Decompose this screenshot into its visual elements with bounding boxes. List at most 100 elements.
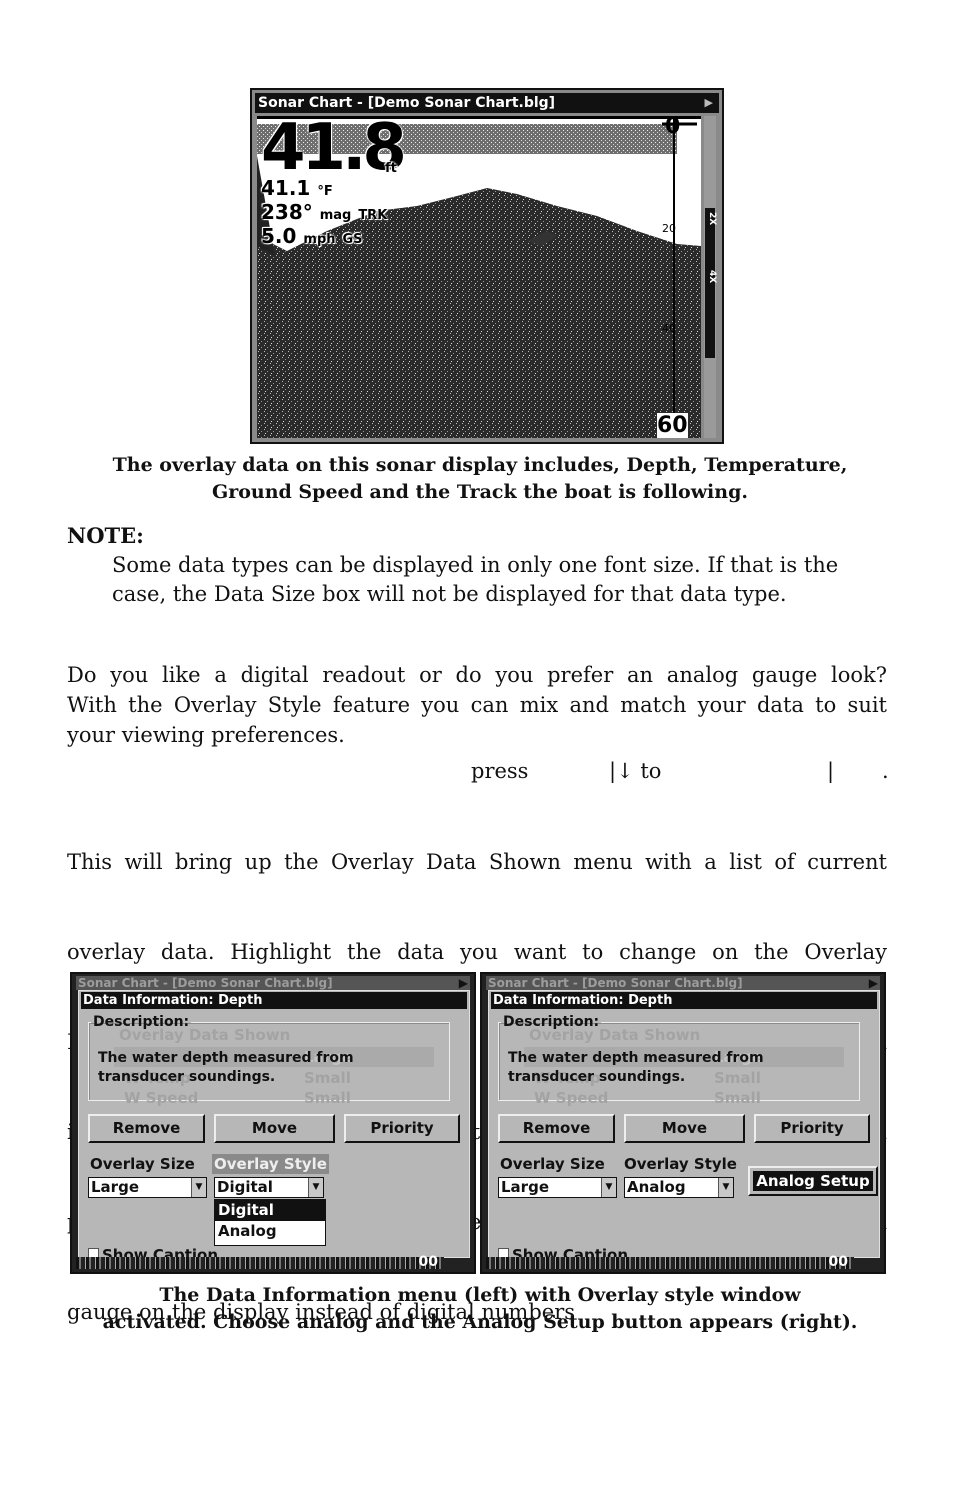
zoom-indicator: 2X 4X	[705, 208, 717, 358]
analog-setup-label: Analog Setup	[753, 1171, 873, 1191]
description-line: transducer soundings.	[98, 1069, 276, 1085]
description-line: transducer soundings.	[508, 1069, 686, 1085]
instruction-down-to: |↓ to	[609, 759, 662, 783]
overlay-size-label: Overlay Size	[500, 1155, 605, 1173]
chevron-down-icon[interactable]: ▼	[308, 1178, 323, 1197]
sonar-chart-screenshot: Sonar Chart - [Demo Sonar Chart.blg] ▶ 4…	[250, 88, 724, 444]
chevron-down-icon[interactable]: ▼	[601, 1178, 616, 1197]
note-line: case, the Data Size box will not be disp…	[112, 582, 787, 606]
ghost-text: Overlay Data Shown	[119, 1026, 291, 1044]
chevron-down-icon[interactable]: ▼	[718, 1178, 733, 1197]
sonar-title-bar: Sonar Chart - [Demo Sonar Chart.blg] ▶	[255, 93, 719, 113]
overlay-style-label: Overlay Style	[624, 1155, 737, 1173]
ghost-text: Small	[304, 1089, 351, 1107]
dialog-panel: Data Information: Depth Overlay Data Sho…	[488, 990, 880, 1264]
dialog-title: Data Information: Depth	[491, 992, 877, 1009]
figure-caption-top: The overlay data on this sonar display i…	[60, 452, 900, 506]
overlay-style-value: Digital	[217, 1178, 273, 1196]
zoom-4x-label: 4X	[707, 270, 717, 284]
sonar-noise-strip	[486, 1257, 854, 1269]
menu-arrow-icon: ▶	[458, 976, 468, 990]
zoom-2x-label: 2X	[707, 212, 717, 226]
dialog-panel: Data Information: Depth Overlay Data Sho…	[78, 990, 470, 1264]
dialog-title: Data Information: Depth	[81, 992, 467, 1009]
background-depth-fragment: 00	[828, 1254, 848, 1270]
chevron-down-icon[interactable]: ▼	[191, 1178, 206, 1197]
priority-button[interactable]: Priority	[754, 1114, 870, 1143]
background-title-text: Sonar Chart - [Demo Sonar Chart.blg]	[78, 976, 333, 990]
instruction-period: .	[882, 759, 889, 783]
overlay-style-select[interactable]: Digital ▼	[214, 1177, 324, 1198]
depth-scale-40: 40	[662, 322, 676, 335]
para-line: Do you like a digital readout or do you …	[67, 663, 887, 687]
overlay-size-select[interactable]: Large ▼	[498, 1177, 617, 1198]
overlay-style-value: Analog	[627, 1178, 686, 1196]
temperature-readout: 41.1 °F	[261, 178, 333, 198]
overlay-style-select[interactable]: Analog ▼	[624, 1177, 734, 1198]
speed-readout: 5.0 mph GS	[261, 226, 363, 246]
note-body: Some data types can be displayed in only…	[112, 551, 892, 609]
track-readout: 238° mag TRK	[261, 202, 387, 222]
sonar-display: 41.8 ft 41.1 °F 238° mag TRK 5.0 mph GS …	[257, 116, 701, 438]
caption-line: The overlay data on this sonar display i…	[112, 454, 848, 476]
background-title-text: Sonar Chart - [Demo Sonar Chart.blg]	[488, 976, 743, 990]
overlay-size-select[interactable]: Large ▼	[88, 1177, 207, 1198]
temperature-value: 41.1	[261, 176, 311, 200]
depth-scale-20: 20	[662, 222, 676, 235]
remove-button[interactable]: Remove	[498, 1114, 615, 1143]
overlay-size-value: Large	[501, 1178, 549, 1196]
caption-line: activated. Choose analog and the Analog …	[102, 1311, 858, 1333]
description-line: The water depth measured from	[98, 1050, 354, 1066]
move-button[interactable]: Move	[214, 1114, 335, 1143]
option-analog[interactable]: Analog	[215, 1221, 325, 1242]
description-text: The water depth measured from transducer…	[98, 1049, 354, 1087]
description-line: The water depth measured from	[508, 1050, 764, 1066]
zoom-range-bar[interactable]: 2X 4X	[704, 116, 717, 438]
caption-line: The Data Information menu (left) with Ov…	[159, 1284, 801, 1306]
depth-scale-0: 0	[665, 116, 681, 139]
instruction-fragment-line: press |↓ to | .	[67, 759, 889, 789]
overlay-style-dropdown: Digital Analog	[214, 1199, 326, 1246]
menu-arrow-icon: ▶	[868, 976, 878, 990]
background-window-title: Sonar Chart - [Demo Sonar Chart.blg] ▶	[486, 976, 880, 990]
note-heading: NOTE:	[67, 523, 144, 548]
background-window-title: Sonar Chart - [Demo Sonar Chart.blg] ▶	[76, 976, 470, 990]
track-unit: mag	[319, 208, 352, 223]
figure-caption-bottom: The Data Information menu (left) with Ov…	[60, 1282, 900, 1336]
background-depth-fragment: 00	[418, 1254, 438, 1270]
remove-button[interactable]: Remove	[88, 1114, 205, 1143]
speed-value: 5.0	[261, 224, 297, 248]
depth-readout: 41.8	[261, 116, 407, 185]
para-line: your viewing preferences.	[67, 723, 345, 747]
depth-unit: ft	[385, 161, 397, 176]
para-line: overlay data. Highlight the data you wan…	[67, 940, 887, 964]
description-text: The water depth measured from transducer…	[508, 1049, 764, 1087]
depth-scale-60: 60	[657, 413, 688, 438]
data-information-dialog-left: Sonar Chart - [Demo Sonar Chart.blg] ▶ D…	[70, 972, 476, 1274]
overlay-size-label: Overlay Size	[90, 1155, 195, 1173]
instruction-bar: |	[827, 759, 835, 783]
intro-paragraph: Do you like a digital readout or do you …	[67, 660, 887, 750]
track-label: TRK	[358, 208, 388, 223]
sonar-noise-strip	[76, 1257, 444, 1269]
caption-line: Ground Speed and the Track the boat is f…	[212, 481, 748, 503]
sonar-title: Sonar Chart - [Demo Sonar Chart.blg]	[258, 95, 556, 111]
ghost-text: Overlay Data Shown	[529, 1026, 701, 1044]
data-information-dialog-right: Sonar Chart - [Demo Sonar Chart.blg] ▶ D…	[480, 972, 886, 1274]
menu-arrow-icon: ▶	[704, 96, 713, 109]
track-value: 238°	[261, 200, 313, 224]
temperature-unit: °F	[317, 184, 333, 199]
speed-label: GS	[342, 232, 363, 247]
ghost-text: W Speed	[124, 1089, 199, 1107]
ghost-text: Small	[714, 1089, 761, 1107]
option-digital[interactable]: Digital	[215, 1200, 325, 1221]
overlay-style-label: Overlay Style	[212, 1154, 329, 1174]
para-line: This will bring up the Overlay Data Show…	[67, 850, 887, 874]
para-line: With the Overlay Style feature you can m…	[67, 693, 887, 717]
analog-setup-button[interactable]: Analog Setup	[748, 1166, 878, 1196]
ghost-text: W Speed	[534, 1089, 609, 1107]
note-line: Some data types can be displayed in only…	[112, 553, 839, 577]
priority-button[interactable]: Priority	[344, 1114, 460, 1143]
overlay-size-value: Large	[91, 1178, 139, 1196]
move-button[interactable]: Move	[624, 1114, 745, 1143]
